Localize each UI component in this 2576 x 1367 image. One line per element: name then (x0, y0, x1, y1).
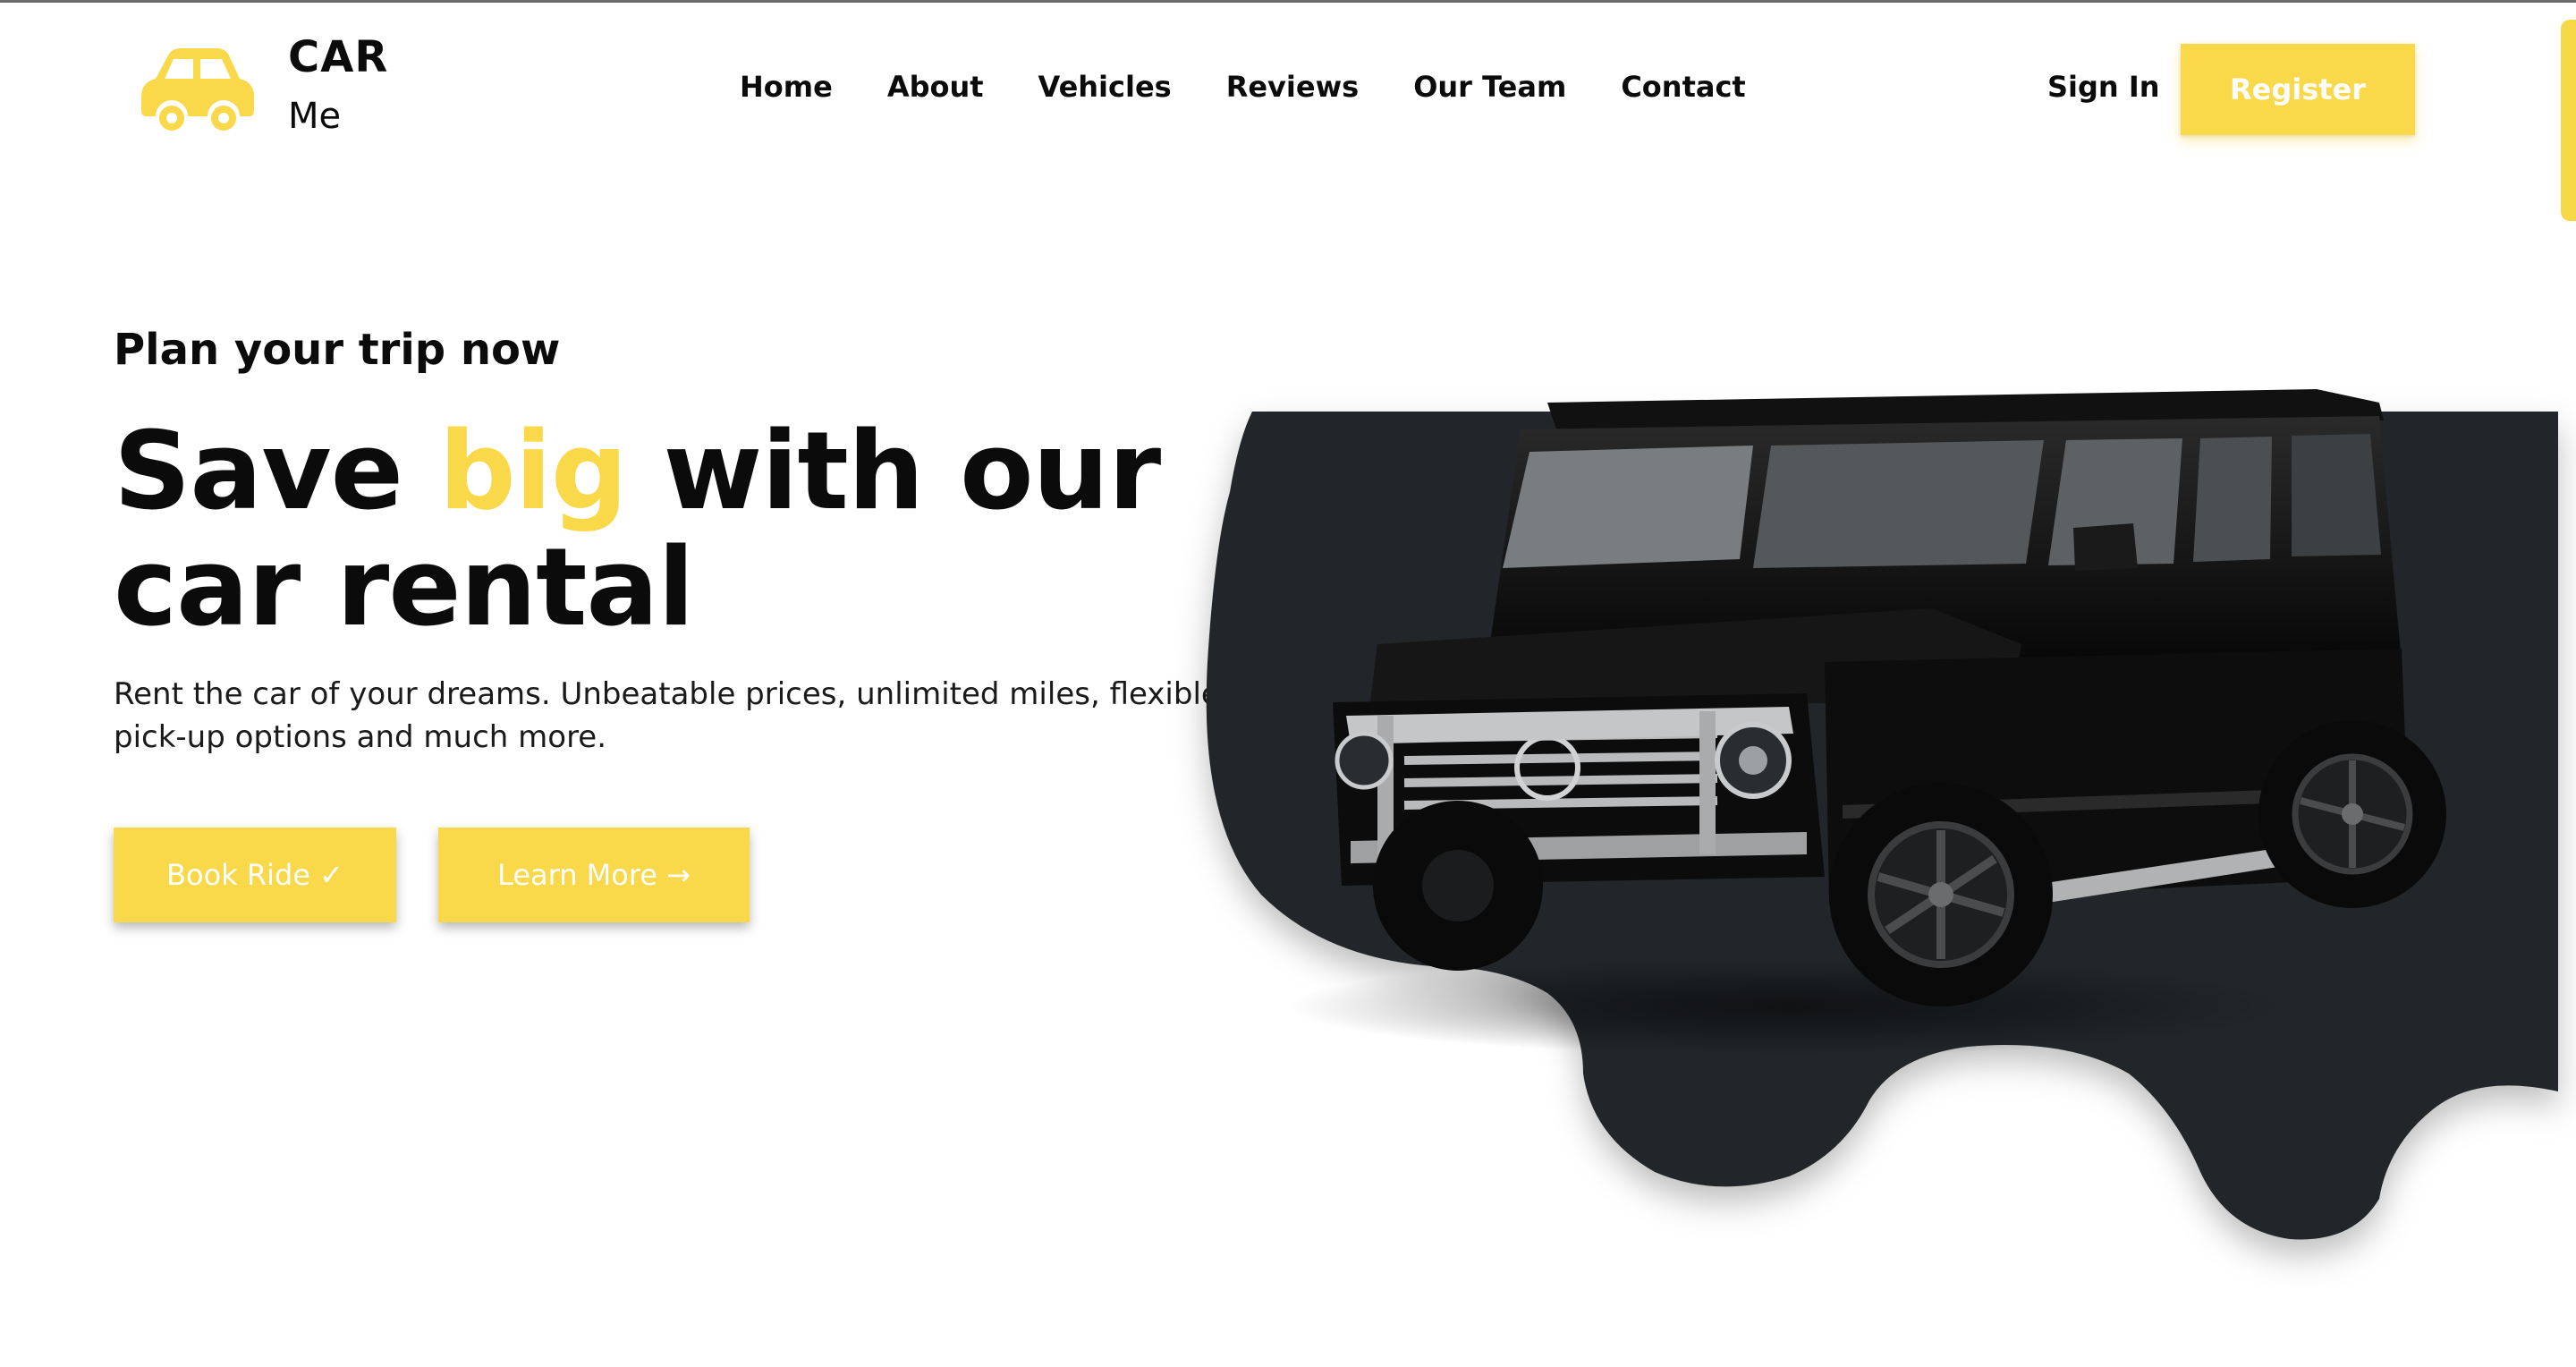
nav-contact[interactable]: Contact (1621, 70, 1745, 104)
brand-logo[interactable]: CAR Me (141, 36, 388, 134)
hero-illustration (1206, 389, 2558, 1240)
nav-reviews[interactable]: Reviews (1226, 70, 1359, 104)
nav-about[interactable]: About (887, 70, 984, 104)
nav-home[interactable]: Home (740, 70, 833, 104)
front-wheel (1829, 783, 2053, 1006)
sign-in-link[interactable]: Sign In (2047, 70, 2160, 104)
nav-our-team[interactable]: Our Team (1413, 70, 1566, 104)
headline-accent: big (438, 410, 628, 534)
brand-name-line1: CAR (288, 32, 389, 82)
front-left-wheel (1373, 801, 1543, 971)
hero-headline: Save big with our car rental (114, 414, 1276, 647)
main-nav: Home About Vehicles Reviews Our Team Con… (740, 70, 1746, 104)
brand-name-line2: Me (288, 96, 342, 137)
headline-text-1: Save (114, 410, 439, 534)
nav-vehicles[interactable]: Vehicles (1038, 70, 1172, 104)
car-icon (141, 48, 254, 131)
hero-description: Rent the car of your dreams. Unbeatable … (114, 676, 1220, 755)
scrollbar-thumb[interactable] (2561, 20, 2576, 221)
rear-wheel (2258, 720, 2446, 908)
hero-eyebrow: Plan your trip now (114, 325, 561, 375)
book-ride-button[interactable]: Book Ride ✓ (114, 828, 396, 922)
learn-more-button[interactable]: Learn More → (438, 828, 750, 922)
register-button[interactable]: Register (2181, 44, 2415, 135)
top-border (0, 0, 2576, 3)
